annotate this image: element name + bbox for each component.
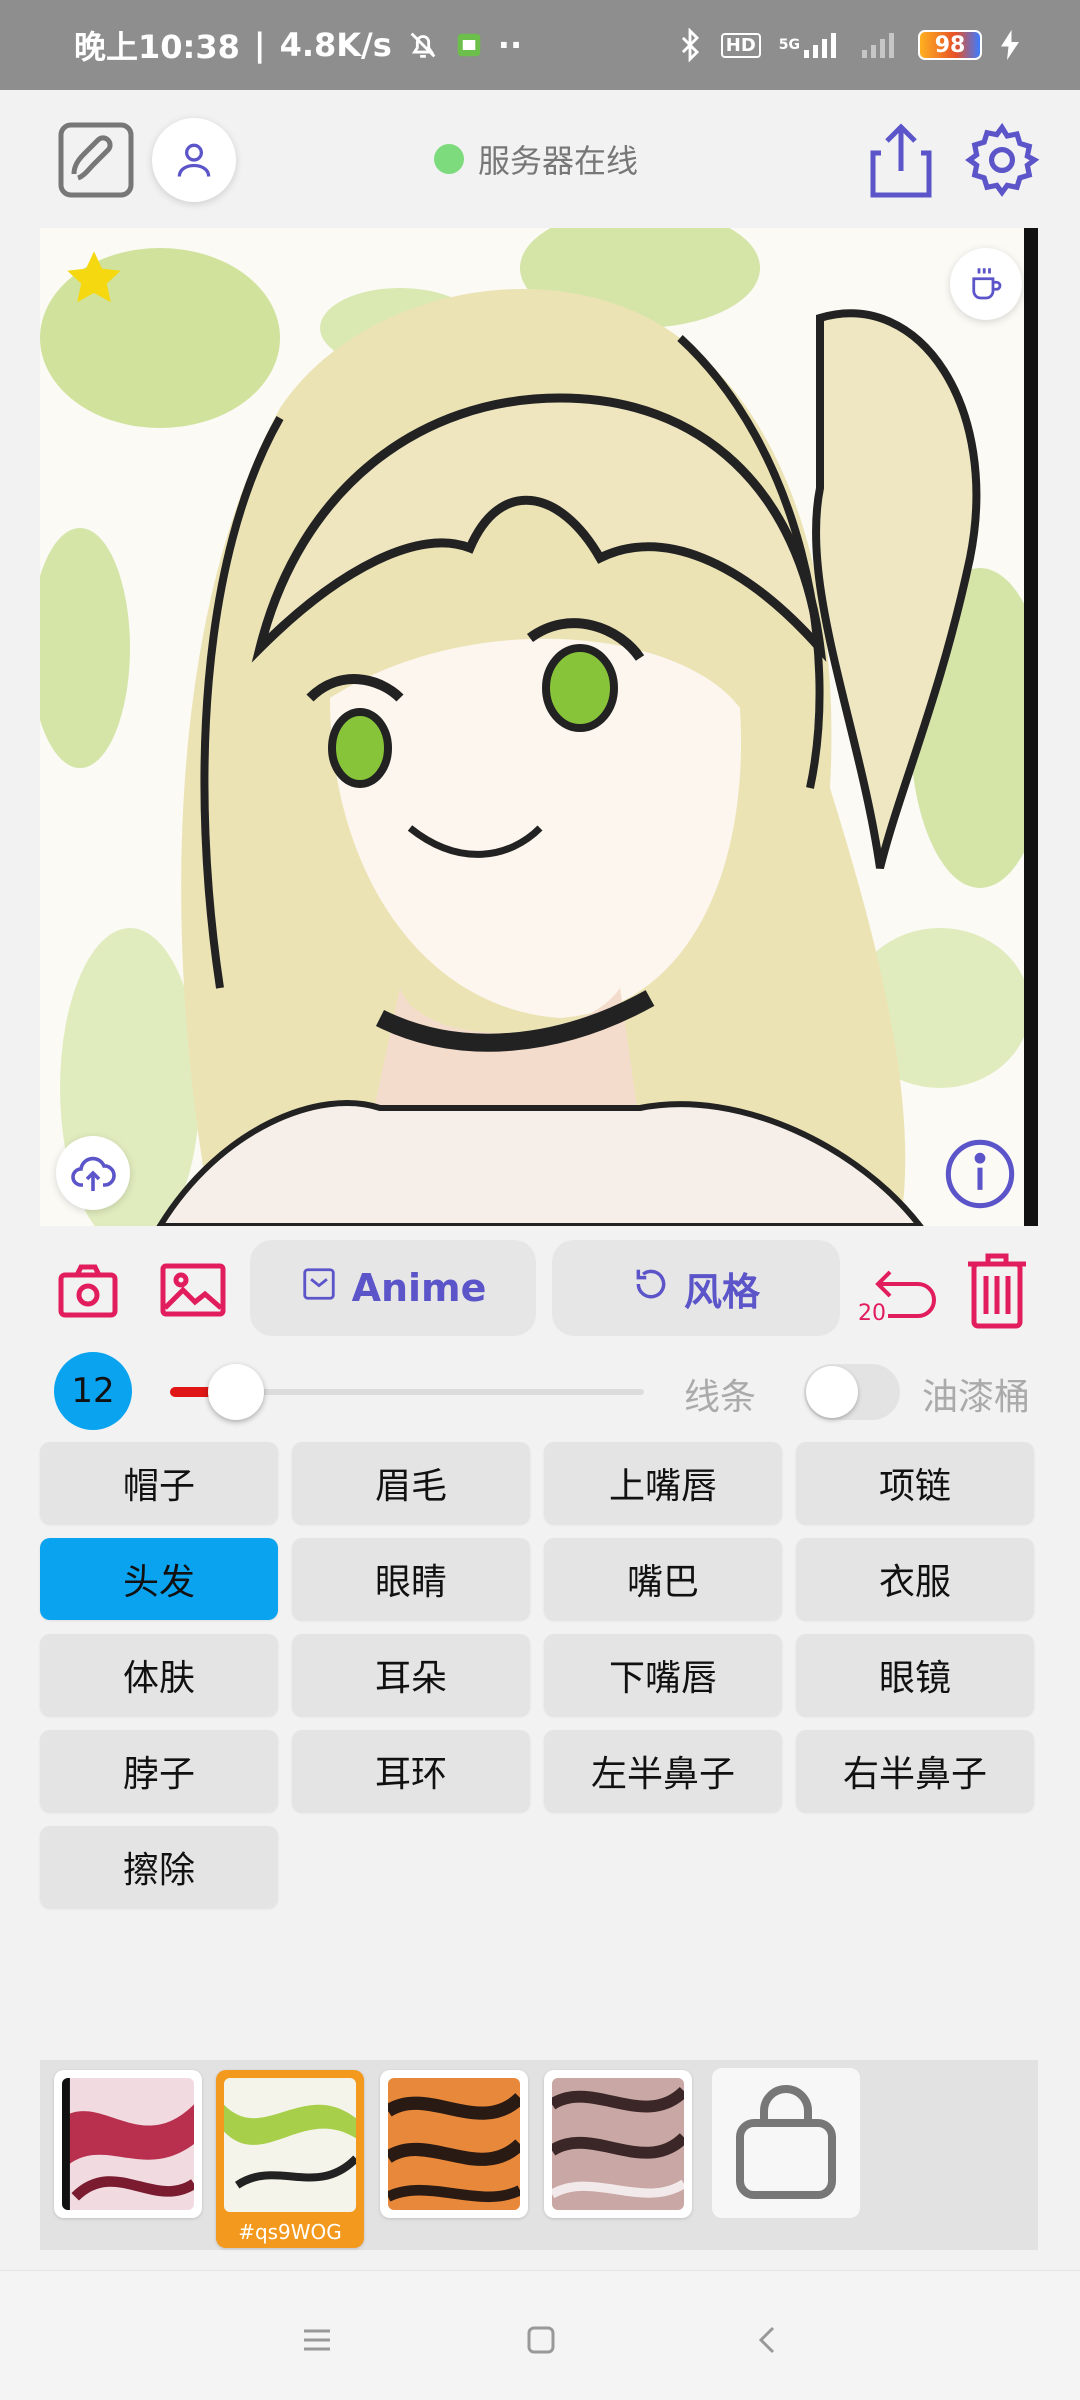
app-bar: 服务器在线 [0, 90, 1080, 230]
part-button[interactable]: 体肤 [40, 1634, 278, 1716]
share-icon[interactable] [864, 120, 938, 200]
style-green-image [224, 2078, 359, 2212]
camera-icon[interactable] [56, 1262, 120, 1320]
part-button[interactable]: 嘴巴 [544, 1538, 782, 1620]
part-button[interactable]: 耳朵 [292, 1634, 530, 1716]
style-strip: #qs9WOG [40, 2060, 1038, 2250]
part-button[interactable]: 擦除 [40, 1826, 278, 1908]
anime-model-button[interactable]: Anime [250, 1240, 536, 1336]
part-button[interactable]: 脖子 [40, 1730, 278, 1812]
part-button[interactable]: 上嘴唇 [544, 1442, 782, 1524]
mute-bell-icon [406, 28, 440, 62]
gear-icon[interactable] [962, 120, 1042, 200]
style-button[interactable]: 风格 [552, 1240, 840, 1336]
signal-5g-icon: 5G [779, 30, 842, 60]
style-orange-stripes-image [384, 2078, 525, 2210]
face-parts-grid: 帽子 眉毛 上嘴唇 项链头发 眼睛 嘴巴 衣服体肤 耳朵 下嘴唇 眼镜脖子 耳环 左半鼻子 右半鼻子擦除 [40, 1442, 1038, 1908]
hd-icon: HD [720, 32, 761, 58]
part-button[interactable]: 眉毛 [292, 1442, 530, 1524]
charging-bolt-icon [1000, 30, 1020, 60]
slider-thumb[interactable] [208, 1364, 265, 1420]
part-button[interactable]: 耳环 [292, 1730, 530, 1812]
part-button[interactable]: 帽子 [40, 1442, 278, 1524]
app-notification-icon [454, 30, 484, 60]
server-status-label: 服务器在线 [478, 142, 639, 180]
anime-portrait-image [40, 228, 1038, 1226]
bluetooth-icon [677, 28, 703, 62]
cloud-upload-icon[interactable] [56, 1136, 130, 1210]
tool-row: Anime 风格 20 [0, 1240, 1080, 1340]
undo-icon[interactable]: 20 [858, 1250, 940, 1330]
brush-size-slider[interactable] [170, 1364, 644, 1420]
drawing-canvas[interactable] [40, 228, 1038, 1226]
part-button[interactable]: 左半鼻子 [544, 1730, 782, 1812]
bucket-toggle[interactable] [804, 1364, 900, 1420]
part-button[interactable]: 右半鼻子 [796, 1730, 1034, 1812]
bucket-mode-label: 油漆桶 [922, 1377, 1031, 1418]
menu-icon[interactable] [292, 2315, 342, 2365]
signal-secondary-icon [860, 30, 900, 60]
style-tag: #qs9WOG [238, 2220, 342, 2244]
canvas-edge [1024, 228, 1038, 1226]
mail-box-icon [300, 1265, 338, 1312]
undo-count: 20 [858, 1301, 886, 1326]
gallery-icon[interactable] [158, 1260, 228, 1320]
style-brown-stripes-image [548, 2078, 689, 2210]
status-time: 晚上10:38 [74, 28, 240, 66]
part-button[interactable]: 下嘴唇 [544, 1634, 782, 1716]
back-icon[interactable] [742, 2315, 792, 2365]
shopping-bag-icon[interactable] [712, 2068, 860, 2218]
system-nav-bar [0, 2270, 1080, 2400]
trash-icon[interactable] [962, 1248, 1032, 1332]
more-notifications-icon: ·· [497, 26, 523, 64]
edit-icon[interactable] [56, 120, 136, 200]
user-icon[interactable] [152, 118, 236, 202]
toggle-knob [806, 1366, 858, 1418]
home-icon[interactable] [516, 2315, 566, 2365]
anime-label: Anime [351, 1266, 487, 1310]
line-mode-label: 线条 [684, 1377, 757, 1418]
style-thumbnail[interactable] [54, 2070, 202, 2218]
part-button[interactable]: 眼睛 [292, 1538, 530, 1620]
part-button[interactable]: 衣服 [796, 1538, 1034, 1620]
server-status: 服务器在线 [434, 136, 638, 182]
style-thumbnail[interactable] [544, 2070, 692, 2218]
battery-indicator: 98 [918, 30, 982, 60]
part-button[interactable]: 眼镜 [796, 1634, 1034, 1716]
part-button[interactable]: 项链 [796, 1442, 1034, 1524]
status-bar: 晚上10:38 | 4.8K/s ·· HD 5G 98 [0, 0, 1080, 90]
status-speed: 4.8K/s [279, 26, 392, 64]
info-icon[interactable] [940, 1134, 1020, 1214]
style-thumbnail-selected[interactable]: #qs9WOG [216, 2070, 364, 2248]
online-dot [434, 144, 464, 174]
style-thumbnail[interactable] [380, 2070, 528, 2218]
brush-size-badge: 12 [54, 1352, 132, 1430]
brush-row: 12 线条 油漆桶 [0, 1350, 1080, 1432]
status-separator: | [253, 26, 266, 64]
part-button[interactable]: 头发 [40, 1538, 278, 1620]
style-red-swirl-image [62, 2078, 197, 2210]
style-label: 风格 [683, 1269, 760, 1314]
refresh-icon [632, 1265, 670, 1312]
star-icon[interactable] [62, 246, 126, 310]
coffee-cup-icon[interactable] [950, 248, 1022, 320]
